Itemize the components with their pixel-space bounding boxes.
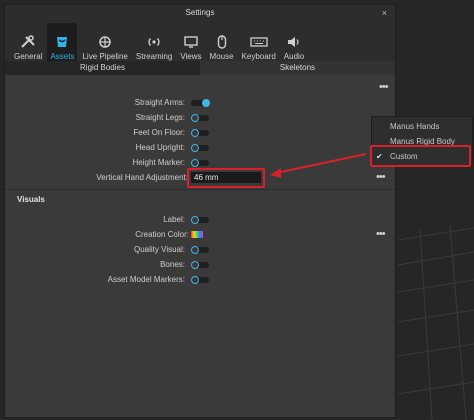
annotation-arrow (270, 153, 367, 178)
